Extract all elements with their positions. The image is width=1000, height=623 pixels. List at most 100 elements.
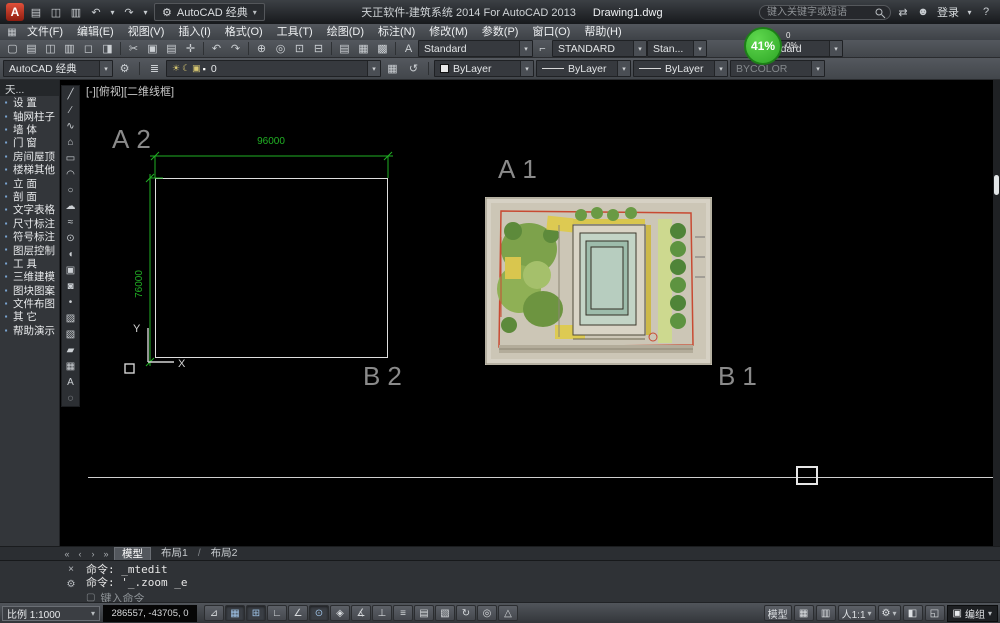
multiline-text-tool[interactable]: A (62, 374, 79, 390)
ortho-toggle[interactable]: ∟ (267, 605, 287, 621)
polar-tracking-toggle[interactable]: ∠ (288, 605, 308, 621)
menu-draw[interactable]: 绘图(D) (320, 24, 371, 40)
zoom-realtime-button[interactable]: ◎ (271, 41, 290, 57)
tab-model[interactable]: 模型 (114, 546, 151, 561)
customize-icon[interactable]: ⚙ (67, 580, 76, 590)
sidebar-item-file-layout[interactable]: ▪ 文件布图 (0, 297, 59, 310)
tab-layout1[interactable]: 布局1 (154, 547, 195, 560)
dynamic-ucs-toggle[interactable]: ⊥ (372, 605, 392, 621)
new-file-button[interactable]: ▢ (3, 41, 22, 57)
sidebar-item-room-roof[interactable]: ▪ 房间屋顶 (0, 150, 59, 163)
model-space-button[interactable]: 模型 (763, 605, 792, 621)
menu-parameters[interactable]: 参数(P) (475, 24, 526, 40)
layer-states-button[interactable]: ▦ (383, 61, 402, 77)
chevron-down-icon[interactable]: ▾ (520, 61, 533, 76)
text-style-combo[interactable]: Standard ▾ (418, 40, 533, 57)
workspace-combo[interactable]: AutoCAD 经典 ▾ (3, 60, 113, 77)
sidebar-item-block-pattern[interactable]: ▪ 图块图案 (0, 283, 59, 297)
menu-insert[interactable]: 插入(I) (171, 24, 217, 40)
object-snap-toggle[interactable]: ⊙ (309, 605, 329, 621)
workspace-switcher[interactable]: ⚙ AutoCAD 经典 ▾ (154, 3, 265, 21)
tool-palettes-button[interactable]: ▩ (373, 41, 392, 57)
osnap-3d-toggle[interactable]: ◈ (330, 605, 350, 621)
tab-next-button[interactable]: › (88, 549, 98, 559)
undo-dropdown-icon[interactable]: ▾ (108, 3, 117, 21)
scrollbar-thumb[interactable] (994, 175, 999, 195)
layer-on-icon[interactable]: ☀ (172, 63, 180, 74)
ellipse-arc-tool[interactable]: ◖ (62, 246, 79, 262)
chevron-down-icon[interactable]: ▾ (633, 41, 646, 56)
sidebar-item-3d-modeling[interactable]: ▪ 三维建模 (0, 270, 59, 283)
search-icon[interactable] (875, 8, 886, 22)
login-button[interactable]: 登录 (935, 4, 961, 20)
search-input[interactable] (759, 4, 891, 20)
annotation-monitor-toggle[interactable]: △ (498, 605, 518, 621)
site-plan-image[interactable] (485, 197, 712, 365)
menu-file[interactable]: 文件(F) (20, 24, 70, 40)
linetype-combo[interactable]: ByLayer ▾ (536, 60, 631, 77)
drawing-window-icon[interactable]: ▦ (4, 27, 20, 38)
group-panel[interactable]: ▣ 编组 ▾ (946, 604, 998, 622)
chevron-down-icon[interactable]: ▾ (829, 41, 842, 56)
chevron-down-icon[interactable]: ▾ (367, 61, 380, 76)
lineweight-toggle[interactable]: ▤ (414, 605, 434, 621)
sidebar-item-help-demo[interactable]: ▪ 帮助演示 (0, 324, 59, 337)
workspace-settings-icon[interactable]: ⚙ (115, 61, 134, 77)
line-tool[interactable]: ╱ (62, 86, 79, 102)
selection-box[interactable] (796, 466, 818, 485)
sync-icon[interactable]: ⇄ (895, 3, 911, 21)
plot-button[interactable]: ▥ (60, 41, 79, 57)
cut-button[interactable]: ✂ (124, 41, 143, 57)
object-snap-tracking-toggle[interactable]: ∡ (351, 605, 371, 621)
scale-combo[interactable]: 比例 1:1000 ▾ (2, 605, 100, 621)
tab-last-button[interactable]: » (101, 549, 111, 559)
quick-view-layouts-button[interactable]: ▦ (793, 605, 814, 621)
menu-help[interactable]: 帮助(H) (577, 24, 628, 40)
annotation-scale-button[interactable]: 人1:1 ▾ (837, 605, 876, 621)
sidebar-item-elevation[interactable]: ▪ 立 面 (0, 176, 59, 190)
tab-layout2[interactable]: 布局2 (204, 547, 245, 560)
properties-button[interactable]: ▤ (335, 41, 354, 57)
donut-tool[interactable]: ◌ (62, 390, 79, 406)
menu-edit[interactable]: 编辑(E) (70, 24, 121, 40)
plot-preview-button[interactable]: ◻ (79, 41, 98, 57)
menu-dimension[interactable]: 标注(N) (371, 24, 422, 40)
polygon-tool[interactable]: ⌂ (62, 134, 79, 150)
sidebar-item-layer-control[interactable]: ▪ 图层控制 (0, 243, 59, 257)
quick-properties-toggle[interactable]: ◎ (477, 605, 497, 621)
region-tool[interactable]: ▰ (62, 342, 79, 358)
arc-tool[interactable]: ◠ (62, 166, 79, 182)
user-icon[interactable]: ☻ (915, 3, 931, 21)
menu-format[interactable]: 格式(O) (218, 24, 270, 40)
selection-cycling-toggle[interactable]: ↻ (456, 605, 476, 621)
sidebar-item-stair-other[interactable]: ▪ 楼梯其他 (0, 163, 59, 176)
redo-button[interactable]: ↷ (226, 41, 245, 57)
rectangle-tool[interactable]: ▭ (62, 150, 79, 166)
copy-button[interactable]: ▣ (143, 41, 162, 57)
chevron-down-icon[interactable]: ▾ (519, 41, 532, 56)
viewport-controls[interactable]: [-][俯视][二维线框] (86, 83, 174, 99)
sidebar-item-axis-grid-column[interactable]: ▪ 轴网柱子 (0, 109, 59, 123)
sidebar-item-section[interactable]: ▪ 剖 面 (0, 190, 59, 203)
help-icon[interactable]: ? (978, 3, 994, 21)
sidebar-item-text-table[interactable]: ▪ 文字表格 (0, 203, 59, 216)
undo-button[interactable]: ↶ (207, 41, 226, 57)
tab-prev-button[interactable]: ‹ (75, 549, 85, 559)
clean-screen-button[interactable]: ◱ (924, 605, 945, 621)
quick-view-drawings-button[interactable]: ▥ (815, 605, 836, 621)
snap-toggle[interactable]: ▦ (225, 605, 245, 621)
zoom-previous-button[interactable]: ⊟ (309, 41, 328, 57)
create-block-tool[interactable]: ◙ (62, 278, 79, 294)
workspace-switching-button[interactable]: ⚙ ▾ (877, 605, 901, 621)
transparency-toggle[interactable]: ▧ (435, 605, 455, 621)
layer-lock-icon[interactable]: ▣ (192, 63, 201, 74)
close-icon[interactable]: × (68, 565, 74, 575)
open-file-button[interactable]: ▤ (22, 41, 41, 57)
sidebar-item-settings[interactable]: ▪ 设 置 (0, 96, 59, 109)
pan-button[interactable]: ⊕ (252, 41, 271, 57)
ellipse-tool[interactable]: ⊙ (62, 230, 79, 246)
menu-modify[interactable]: 修改(M) (422, 24, 475, 40)
sidebar-item-others[interactable]: ▪ 其 它 (0, 310, 59, 323)
dynamic-input-toggle[interactable]: ≡ (393, 605, 413, 621)
autocad-logo-icon[interactable]: A (6, 3, 24, 21)
